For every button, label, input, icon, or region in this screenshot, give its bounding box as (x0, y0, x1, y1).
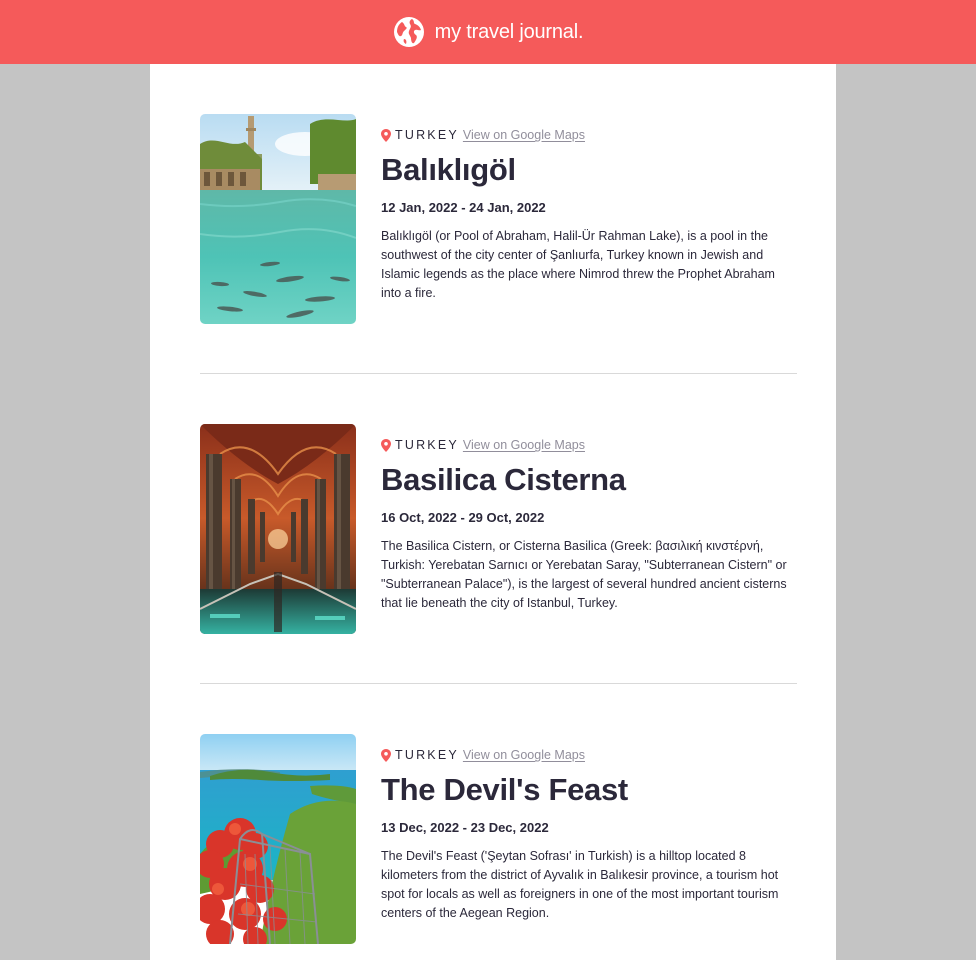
journal-entry: TURKEY View on Google Maps The Devil's F… (200, 734, 797, 944)
country-label: TURKEY (395, 128, 459, 142)
place-title: The Devil's Feast (381, 772, 628, 807)
place-title: Balıklıgöl (381, 152, 516, 187)
google-maps-link[interactable]: View on Google Maps (463, 438, 585, 452)
place-description: The Basilica Cistern, or Cisterna Basili… (381, 539, 787, 610)
location-pin-icon (381, 438, 391, 452)
journal-entry: TURKEY View on Google Maps Basilica Cist… (200, 424, 797, 634)
entry-photo-basilica-cisterna (200, 424, 356, 634)
entry-divider (200, 373, 797, 374)
entry-info: TURKEY View on Google Maps Balıklıgöl 12… (381, 126, 801, 303)
google-maps-link[interactable]: View on Google Maps (463, 128, 585, 142)
place-title: Basilica Cisterna (381, 462, 626, 497)
location-row: TURKEY View on Google Maps (381, 746, 801, 764)
location-pin-icon (381, 128, 391, 142)
google-maps-link[interactable]: View on Google Maps (463, 748, 585, 762)
trip-dates: 12 Jan, 2022 - 24 Jan, 2022 (381, 200, 546, 215)
journal-page: TURKEY View on Google Maps Balıklıgöl 12… (150, 64, 836, 960)
place-description: Balıklıgöl (or Pool of Abraham, Halil-Ür… (381, 229, 775, 300)
country-label: TURKEY (395, 438, 459, 452)
app-header: my travel journal. (0, 0, 976, 64)
place-description: The Devil's Feast ('Şeytan Sofrası' in T… (381, 849, 779, 920)
location-row: TURKEY View on Google Maps (381, 436, 801, 454)
app-title: my travel journal. (434, 20, 584, 43)
location-row: TURKEY View on Google Maps (381, 126, 801, 144)
location-pin-icon (381, 748, 391, 762)
entry-info: TURKEY View on Google Maps The Devil's F… (381, 746, 801, 923)
trip-dates: 13 Dec, 2022 - 23 Dec, 2022 (381, 820, 549, 835)
entry-info: TURKEY View on Google Maps Basilica Cist… (381, 436, 801, 613)
country-label: TURKEY (395, 748, 459, 762)
globe-icon (393, 17, 424, 47)
entry-divider (200, 683, 797, 684)
entry-photo-balikligol (200, 114, 356, 324)
entry-photo-devils-feast (200, 734, 356, 944)
journal-entry: TURKEY View on Google Maps Balıklıgöl 12… (200, 114, 797, 324)
trip-dates: 16 Oct, 2022 - 29 Oct, 2022 (381, 510, 545, 525)
